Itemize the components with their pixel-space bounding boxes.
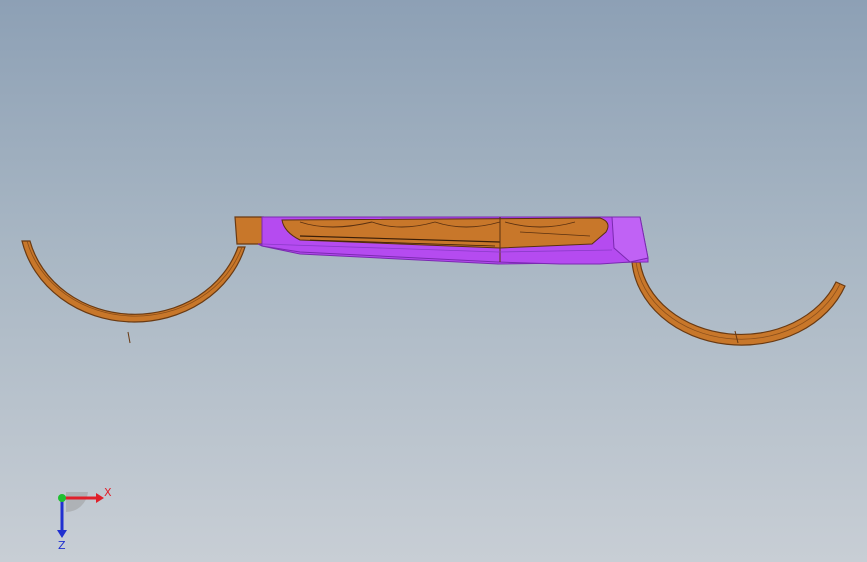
y-axis-dot xyxy=(58,494,66,502)
center-body-part[interactable] xyxy=(234,216,649,265)
x-axis-arrow xyxy=(96,493,104,503)
left-arc-part[interactable] xyxy=(21,240,246,344)
right-arc-part[interactable] xyxy=(631,261,846,346)
triad-shadow xyxy=(66,492,88,513)
x-axis-label: X xyxy=(104,486,112,499)
graphics-viewport[interactable]: X Z xyxy=(0,0,867,562)
axis-triad: X Z xyxy=(57,486,112,550)
z-axis-arrow xyxy=(57,530,67,538)
model-view[interactable] xyxy=(0,0,867,562)
z-axis-label: Z xyxy=(58,539,66,550)
